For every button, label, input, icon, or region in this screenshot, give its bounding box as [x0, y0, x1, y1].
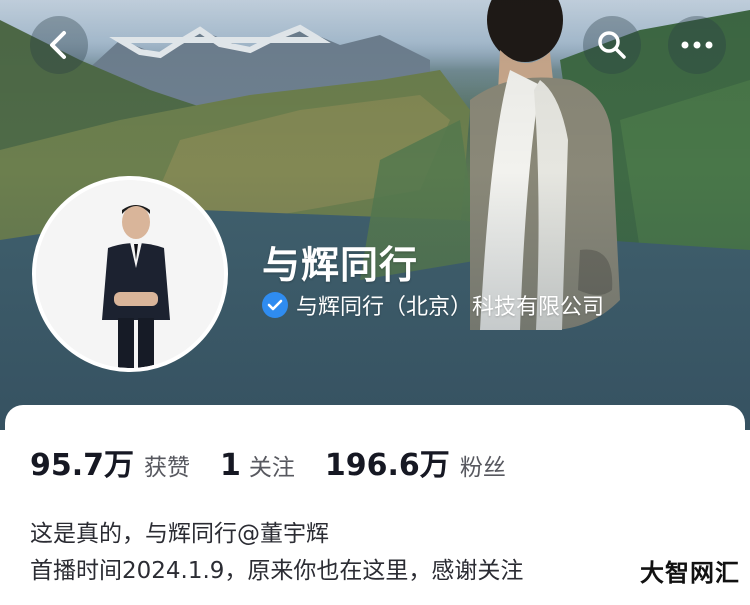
back-button[interactable]: [30, 16, 88, 74]
stat-followers-label: 粉丝: [459, 455, 506, 481]
avatar-person-figure: [36, 180, 224, 368]
watermark: 大智网汇: [582, 546, 750, 594]
watermark-text: 大智网汇: [640, 558, 740, 587]
stat-likes[interactable]: 95.7万 获赞: [30, 440, 190, 484]
avatar-photo: [36, 180, 224, 368]
verified-check-icon: [262, 292, 288, 318]
search-button[interactable]: [583, 16, 641, 74]
stat-likes-value: 95.7万: [30, 448, 135, 483]
stat-following[interactable]: 1 关注: [220, 448, 295, 483]
more-button[interactable]: [668, 16, 726, 74]
avatar[interactable]: [32, 176, 228, 372]
chevron-left-icon: [50, 31, 66, 59]
stat-followers-value: 196.6万: [324, 448, 450, 483]
verified-organization: 与辉同行（北京）科技有限公司: [296, 295, 605, 320]
bio-line-2: 首播时间2024.1.9，原来你也在这里，感谢关注: [30, 558, 524, 584]
profile-name: 与辉同行: [262, 243, 419, 287]
stat-following-value: 1: [220, 448, 241, 483]
search-icon: [598, 31, 626, 59]
bio-line-1: 这是真的，与辉同行@董宇辉: [30, 521, 329, 547]
more-horizontal-icon: [681, 41, 713, 49]
stat-likes-label: 获赞: [144, 455, 191, 481]
profile-stats: 95.7万 获赞 1 关注 196.6万 粉丝: [30, 440, 536, 484]
stat-followers[interactable]: 196.6万 粉丝: [325, 440, 506, 484]
profile-bio: 这是真的，与辉同行@董宇辉 首播时间2024.1.9，原来你也在这里，感谢关注: [30, 516, 523, 590]
stat-following-label: 关注: [248, 455, 295, 481]
verification-row[interactable]: 与辉同行（北京）科技有限公司: [262, 289, 604, 321]
